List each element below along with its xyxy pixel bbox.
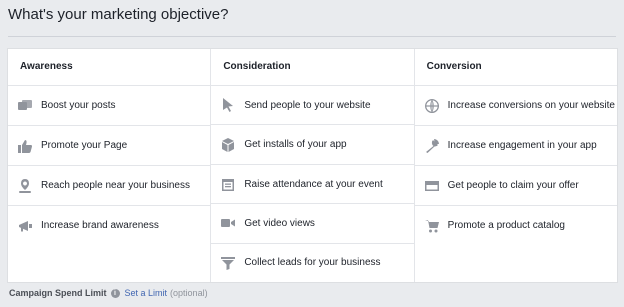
option-label: Collect leads for your business [244, 257, 381, 269]
option-website-traffic[interactable]: Send people to your website [211, 86, 414, 126]
column-header-consideration: Consideration [211, 49, 414, 86]
option-label: Reach people near your business [41, 180, 190, 191]
option-app-engagement[interactable]: Increase engagement in your app [414, 126, 617, 166]
posts-icon [18, 99, 32, 113]
globe-icon [424, 98, 439, 113]
funnel-icon [221, 256, 236, 270]
option-app-installs[interactable]: Get installs of your app [211, 125, 414, 165]
option-offer-claims[interactable]: Get people to claim your offer [414, 166, 617, 206]
option-lead-generation[interactable]: Collect leads for your business [211, 244, 413, 282]
option-label: Increase conversions on your website [447, 100, 615, 111]
column-consideration: Consideration Send people to your websit… [210, 49, 414, 282]
option-brand-awareness[interactable]: Increase brand awareness [8, 206, 210, 245]
option-video-views[interactable]: Get video views [211, 204, 414, 244]
option-label: Promote a product catalog [447, 220, 565, 231]
campaign-spend-limit: Campaign Spend Limit i Set a Limit (opti… [9, 288, 208, 298]
wrench-icon [425, 138, 439, 153]
option-label: Increase engagement in your app [447, 140, 597, 151]
info-icon[interactable]: i [110, 288, 120, 298]
offer-card-icon [424, 179, 439, 193]
option-event-responses[interactable]: Raise attendance at your event [211, 165, 414, 205]
shopping-cart-icon [424, 219, 439, 233]
option-boost-posts[interactable]: Boost your posts [8, 86, 211, 126]
option-label: Increase brand awareness [41, 220, 159, 231]
option-label: Get people to claim your offer [447, 180, 579, 191]
option-label: Promote your Page [41, 140, 128, 151]
option-product-catalog[interactable]: Promote a product catalog [415, 206, 617, 245]
option-promote-page[interactable]: Promote your Page [8, 126, 211, 166]
title-divider [8, 36, 616, 37]
location-pin-icon [18, 178, 32, 193]
objectives-panel: Awareness Boost your posts Promote your … [7, 48, 618, 283]
set-limit-link[interactable]: Set a Limit [125, 288, 168, 298]
cursor-icon [221, 98, 235, 113]
megaphone-icon [18, 219, 32, 233]
option-label: Boost your posts [41, 100, 116, 111]
video-camera-icon [221, 216, 236, 230]
option-label: Get installs of your app [244, 139, 347, 151]
option-label: Get video views [244, 217, 315, 229]
spend-limit-label: Campaign Spend Limit [9, 288, 107, 298]
option-reach-local[interactable]: Reach people near your business [8, 166, 211, 206]
column-header-awareness: Awareness [8, 49, 211, 86]
column-header-conversion: Conversion [414, 49, 617, 86]
optional-hint: (optional) [170, 288, 208, 298]
thumbs-up-icon [18, 139, 32, 153]
page-title: What's your marketing objective? [8, 6, 229, 23]
option-label: Raise attendance at your event [244, 178, 383, 190]
option-website-conversions[interactable]: Increase conversions on your website [414, 86, 617, 126]
option-label: Send people to your website [244, 99, 371, 111]
box-icon [221, 137, 235, 152]
calendar-icon [221, 177, 235, 192]
column-awareness: Awareness Boost your posts Promote your … [8, 49, 211, 282]
column-conversion: Conversion Increase conversions on your … [413, 49, 617, 282]
